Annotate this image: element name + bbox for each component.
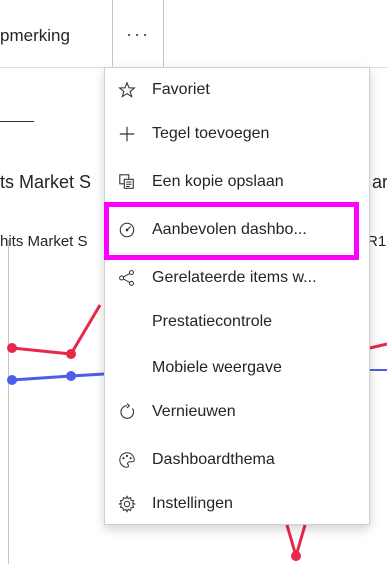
more-dots-icon: ··· (126, 24, 150, 44)
menu-item-kopie-opslaan[interactable]: Een kopie opslaan (105, 160, 369, 204)
tile1-title: ts Market S (0, 172, 92, 192)
opmerking-button[interactable]: pmerking (0, 26, 70, 46)
top-toolbar: pmerking ··· (0, 0, 387, 68)
palette-icon (117, 450, 137, 470)
menu-item-dashboardthema[interactable]: Dashboardthema (105, 438, 369, 482)
red-series-point-2 (66, 349, 76, 359)
red-series-point-1 (7, 343, 17, 353)
copy-icon (117, 172, 137, 192)
menu-item-vernieuwen[interactable]: Vernieuwen (105, 390, 369, 434)
menu-item-instellingen[interactable]: Instellingen (105, 482, 369, 526)
gear-icon (117, 494, 137, 514)
tab-underline (0, 121, 34, 122)
share-network-icon (117, 268, 137, 288)
more-options-menu: Favoriet Tegel toevoegen Een kopie opsla… (104, 67, 370, 525)
tile2-title: hits Market S (0, 233, 88, 250)
menu-item-label: Dashboardthema (152, 451, 275, 468)
menu-item-label: Vernieuwen (152, 403, 236, 420)
plus-icon (117, 124, 137, 144)
blue-series-point-1 (7, 375, 17, 385)
menu-item-label: Instellingen (152, 495, 233, 512)
menu-item-mobiele-weergave[interactable]: Mobiele weergave (105, 346, 369, 390)
red-series-point-3 (291, 551, 301, 561)
more-options-button[interactable]: ··· (112, 0, 164, 68)
menu-item-tegel-toevoegen[interactable]: Tegel toevoegen (105, 112, 369, 156)
menu-item-gerelateerde-items[interactable]: Gerelateerde items w... (105, 256, 369, 300)
blue-series-point-2 (66, 371, 76, 381)
menu-item-label: Favoriet (152, 81, 210, 98)
menu-item-label: Gerelateerde items w... (152, 269, 317, 286)
menu-item-label: Tegel toevoegen (152, 125, 270, 142)
menu-item-label: Prestatiecontrole (152, 313, 273, 330)
menu-item-label: Mobiele weergave (152, 359, 282, 376)
menu-item-label: Een kopie opslaan (152, 173, 284, 190)
red-series-line (11, 304, 102, 356)
tile1-title-right: ark (372, 172, 387, 192)
refresh-icon (117, 402, 137, 422)
menu-item-prestatiecontrole[interactable]: Prestatiecontrole (105, 300, 369, 344)
star-icon (117, 80, 137, 100)
red-series-line-right (369, 342, 387, 350)
highlight-box (104, 202, 359, 260)
menu-item-favoriet[interactable]: Favoriet (105, 68, 369, 112)
blue-series-line (11, 372, 105, 382)
